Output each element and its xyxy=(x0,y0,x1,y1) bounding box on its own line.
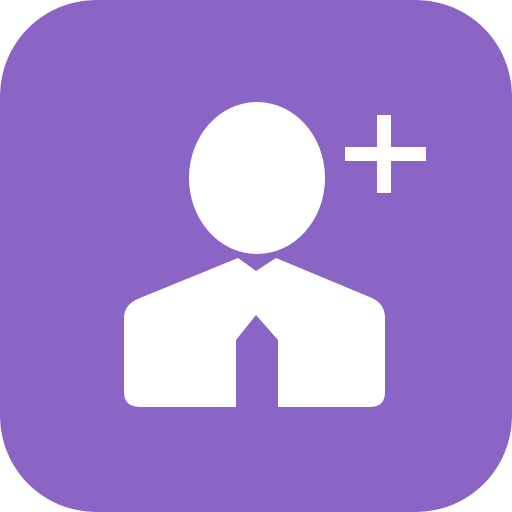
add-user-app-icon[interactable] xyxy=(0,0,512,512)
add-user-icon xyxy=(0,0,512,512)
user-head xyxy=(189,102,325,254)
icon-background xyxy=(0,0,512,512)
